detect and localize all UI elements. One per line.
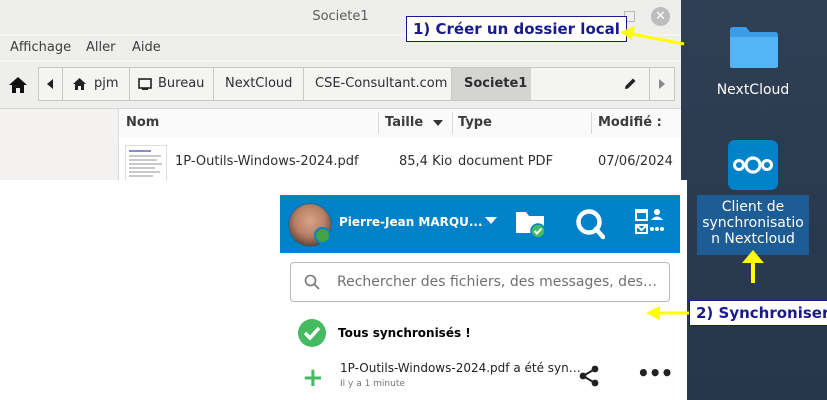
file-type: document PDF <box>458 154 554 169</box>
apps-menu-icon[interactable] <box>634 207 666 239</box>
file-row[interactable]: 1P-Outils-Windows-2024.pdf 85,4 Kio docu… <box>119 137 681 182</box>
arrow-left-icon <box>646 306 692 320</box>
search-icon[interactable] <box>575 208 605 240</box>
annotation-step2: 2) Synchroniser <box>689 300 827 326</box>
file-name: 1P-Outils-Windows-2024.pdf <box>175 154 359 169</box>
sidebar <box>0 109 119 180</box>
menu-aller[interactable]: Aller <box>86 40 115 55</box>
breadcrumb-bureau[interactable]: Bureau <box>129 67 214 101</box>
arrow-left-icon <box>620 26 685 46</box>
desktop-folder-label[interactable]: NextCloud <box>707 82 799 98</box>
chevron-down-icon[interactable] <box>485 217 497 224</box>
column-name[interactable]: Nom <box>126 115 159 130</box>
breadcrumb-label: Bureau <box>158 76 205 91</box>
activity-text[interactable]: 1P-Outils-Windows-2024.pdf a été syn… <box>340 361 581 375</box>
menu-aide[interactable]: Aide <box>132 40 161 55</box>
file-modified: 07/06/2024 <box>598 154 673 169</box>
folder-sync-icon[interactable] <box>515 209 547 239</box>
search-icon <box>304 274 320 290</box>
sync-status: Tous synchronisés ! <box>338 326 471 340</box>
column-modified[interactable]: Modifié : <box>598 115 662 130</box>
chevron-right-icon <box>659 79 665 89</box>
search-input[interactable]: Rechercher des fichiers, des messages, d… <box>290 262 670 302</box>
column-type[interactable]: Type <box>458 115 492 130</box>
online-status-icon <box>314 227 331 244</box>
breadcrumb-label: Societe1 <box>464 76 528 91</box>
pdf-thumbnail-icon <box>125 145 167 182</box>
share-icon[interactable] <box>578 365 600 387</box>
nextcloud-app-icon[interactable] <box>728 140 778 190</box>
breadcrumb-societe1[interactable]: Societe1 <box>451 67 532 101</box>
back-button[interactable] <box>38 67 63 101</box>
breadcrumb-label: pjm <box>94 76 119 91</box>
desktop-icon <box>138 78 152 90</box>
chevron-left-icon <box>47 79 53 89</box>
client-label-line: n Nextcloud <box>711 231 795 247</box>
search-placeholder: Rechercher des fichiers, des messages, d… <box>337 274 657 290</box>
column-size[interactable]: Taille <box>385 115 423 130</box>
nextcloud-client-panel: Pierre-Jean MARQU... Rechercher des fich… <box>280 195 680 400</box>
arrow-up-icon <box>742 250 764 283</box>
breadcrumb-spacer <box>531 67 649 101</box>
column-separator <box>452 112 453 134</box>
client-label-line: synchronisatio <box>702 215 804 231</box>
activity-time: Il y a 1 minute <box>340 379 405 389</box>
check-icon <box>298 319 326 347</box>
sort-down-icon[interactable] <box>433 120 443 126</box>
account-name[interactable]: Pierre-Jean MARQU... <box>339 215 483 229</box>
column-separator <box>591 112 592 134</box>
home-icon[interactable] <box>8 76 28 94</box>
nextcloud-header: Pierre-Jean MARQU... <box>280 195 680 253</box>
more-icon[interactable]: ••• <box>637 363 673 383</box>
forward-button[interactable] <box>649 67 675 101</box>
breadcrumb-label: CSE-Consultant.com <box>315 76 448 91</box>
plus-icon: + <box>302 363 324 393</box>
location-toolbar: pjm Bureau NextCloud CSE-Consultant.com … <box>0 62 681 109</box>
breadcrumb-label: NextCloud <box>225 76 293 91</box>
home-icon <box>73 78 86 90</box>
file-size: 85,4 Kio <box>399 154 453 169</box>
client-label-line: Client de <box>721 199 785 215</box>
pencil-icon[interactable] <box>623 77 637 91</box>
folder-icon[interactable] <box>729 25 779 69</box>
column-separator <box>378 112 379 134</box>
desktop-client-label[interactable]: Client de synchronisatio n Nextcloud <box>697 195 809 255</box>
breadcrumb-pjm[interactable]: pjm <box>62 67 130 101</box>
breadcrumb: pjm Bureau NextCloud CSE-Consultant.com … <box>38 67 676 101</box>
breadcrumb-cse-consultant[interactable]: CSE-Consultant.com <box>303 67 452 101</box>
annotation-step1: 1) Créer un dossier local <box>406 16 627 42</box>
file-list-header: Nom Taille Type Modifié : <box>119 109 681 138</box>
menu-affichage[interactable]: Affichage <box>10 40 71 55</box>
breadcrumb-nextcloud[interactable]: NextCloud <box>213 67 304 101</box>
